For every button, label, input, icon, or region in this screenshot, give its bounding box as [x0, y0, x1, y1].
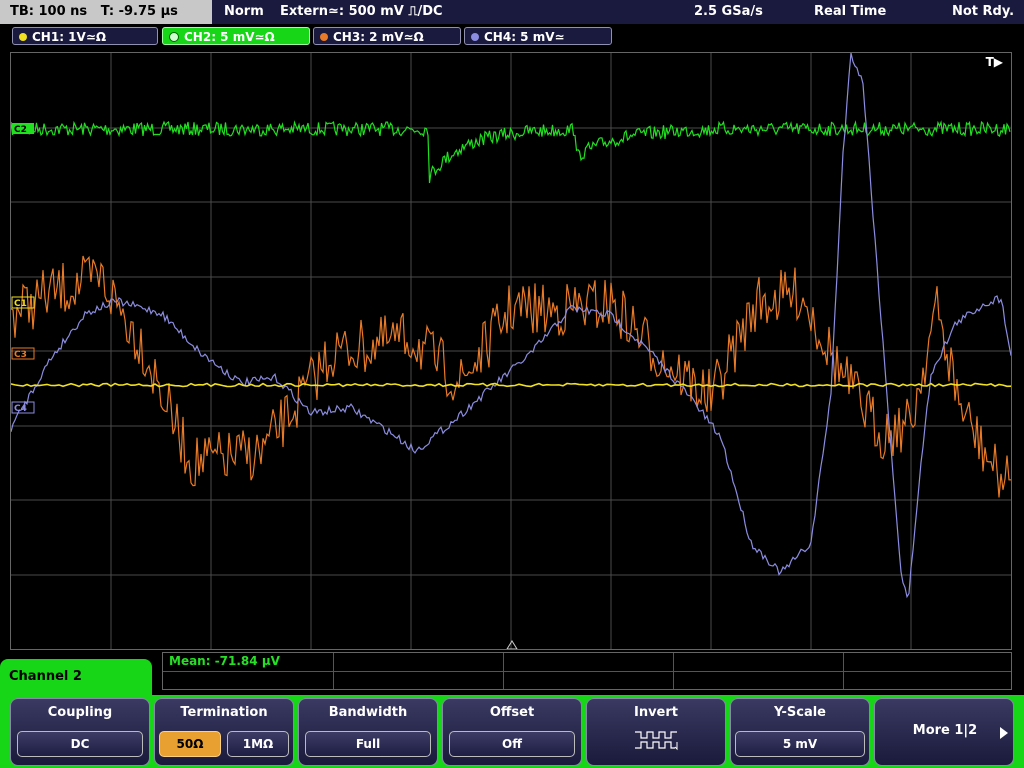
ch4-marker[interactable]: C4	[11, 401, 35, 414]
tab-ch4-label: CH4: 5 mV≃	[484, 30, 565, 44]
yscale-softkey[interactable]: Y-Scale 5 mV	[730, 698, 870, 766]
coupling-label: Coupling	[47, 705, 113, 720]
yscale-label: Y-Scale	[773, 705, 826, 720]
waveform-display[interactable]: C2 C1 C3 C4 T▶	[10, 52, 1012, 650]
meas-divider	[673, 653, 674, 689]
ch3-dot-icon	[320, 32, 328, 41]
trigger-mode[interactable]: Norm	[224, 0, 264, 24]
more-label: More 1|2	[912, 723, 978, 738]
offset-label: Offset	[489, 705, 535, 720]
trigger-time-text: T: -9.75 µs	[100, 4, 178, 19]
offset-value[interactable]: Off	[449, 731, 575, 757]
timebase-display[interactable]: TB: 100 ns T: -9.75 µs	[0, 0, 212, 24]
measurement-panel: Mean: -71.84 µV	[162, 652, 1012, 690]
ch4-marker-text: C4	[14, 404, 27, 414]
status-bar: TB: 100 ns T: -9.75 µs Norm Extern≃: 500…	[0, 0, 1024, 24]
termination-label: Termination	[180, 705, 268, 720]
tab-ch3[interactable]: CH3: 2 mV≃Ω	[313, 27, 461, 45]
ch2-marker[interactable]: C2	[12, 123, 34, 135]
meas-divider	[163, 671, 1011, 672]
ch1-dot-icon	[19, 32, 27, 41]
menu-title: Channel 2	[0, 659, 152, 695]
acquisition-mode: Real Time	[814, 4, 887, 19]
bandwidth-softkey[interactable]: Bandwidth Full	[298, 698, 438, 766]
sample-rate: 2.5 GSa/s	[694, 4, 763, 19]
trigger-level-marker[interactable]: T▶	[986, 55, 1003, 69]
termination-softkey[interactable]: Termination 50Ω 1MΩ	[154, 698, 294, 766]
ch1-marker-text: C1	[14, 299, 27, 309]
yscale-value[interactable]: 5 mV	[735, 731, 865, 757]
offset-softkey[interactable]: Offset Off	[442, 698, 582, 766]
ch2-dot-icon	[169, 31, 179, 42]
next-page-icon	[1000, 727, 1008, 739]
meas-divider	[503, 653, 504, 689]
mean-measurement: Mean: -71.84 µV	[169, 654, 280, 668]
invert-waveform-icon	[635, 731, 678, 751]
bandwidth-value[interactable]: Full	[305, 731, 431, 757]
tab-ch1-label: CH1: 1V≃Ω	[32, 30, 107, 44]
tab-ch4[interactable]: CH4: 5 mV≃	[464, 27, 612, 45]
ch3-marker[interactable]: C3	[11, 347, 35, 360]
timebase-text: TB: 100 ns	[10, 4, 88, 19]
coupling-softkey[interactable]: Coupling DC	[10, 698, 150, 766]
trigger-source[interactable]: Extern≃: 500 mV ⎍/DC	[280, 0, 443, 24]
ch2-marker-text: C2	[14, 125, 27, 135]
tab-ch3-label: CH3: 2 mV≃Ω	[333, 30, 424, 44]
coupling-value[interactable]: DC	[17, 731, 143, 757]
tab-ch2[interactable]: CH2: 5 mV≃Ω	[162, 27, 310, 45]
ch4-dot-icon	[471, 32, 479, 41]
ch3-marker-text: C3	[14, 350, 27, 360]
invert-label: Invert	[633, 705, 678, 720]
tab-ch2-label: CH2: 5 mV≃Ω	[184, 30, 275, 44]
invert-softkey[interactable]: Invert	[586, 698, 726, 766]
graticule	[11, 53, 1011, 649]
ready-state: Not Rdy.	[952, 4, 1015, 19]
more-softkey[interactable]: More 1|2	[874, 698, 1014, 766]
bandwidth-label: Bandwidth	[328, 705, 408, 720]
meas-divider	[333, 653, 334, 689]
waveform-canvas: C2 C1 C3 C4	[11, 53, 1011, 649]
meas-divider	[843, 653, 844, 689]
tab-ch1[interactable]: CH1: 1V≃Ω	[12, 27, 158, 45]
termination-1mohm-option[interactable]: 1MΩ	[227, 731, 289, 757]
termination-50ohm-option[interactable]: 50Ω	[159, 731, 221, 757]
channel-bar: CH1: 1V≃Ω CH2: 5 mV≃Ω CH3: 2 mV≃Ω CH4: 5…	[0, 24, 1024, 50]
trigger-position-icon	[506, 640, 518, 649]
